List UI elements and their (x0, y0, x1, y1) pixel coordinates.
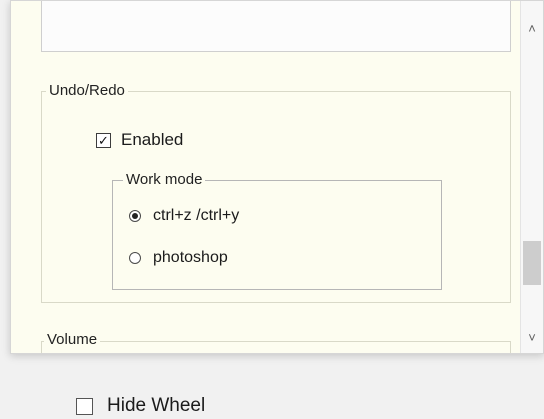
undo-redo-group: Undo/Redo ✓ Enabled Work mode ctrl+z /ct… (41, 82, 511, 303)
hide-wheel-checkbox[interactable] (76, 397, 93, 415)
chevron-up-icon[interactable]: ˄ (521, 19, 543, 37)
work-mode-group: Work mode ctrl+z /ctrl+y photoshop (112, 171, 442, 290)
vertical-scrollbar[interactable]: ˄ ˅ (520, 1, 543, 353)
radio-ctrl[interactable] (129, 210, 141, 222)
undo-redo-title: Undo/Redo (46, 82, 128, 99)
volume-title: Volume (44, 331, 101, 348)
enabled-checkbox[interactable]: ✓ (96, 132, 111, 148)
settings-scroll-content: Undo/Redo ✓ Enabled Work mode ctrl+z /ct… (11, 1, 521, 353)
work-mode-option-ctrl[interactable]: ctrl+z /ctrl+y (129, 207, 239, 225)
work-mode-option-label: ctrl+z /ctrl+y (153, 207, 240, 224)
hide-wheel-checkbox-row[interactable]: Hide Wheel (76, 395, 205, 417)
radio-photoshop[interactable] (129, 252, 141, 264)
enabled-checkbox-row[interactable]: ✓ Enabled (96, 130, 183, 150)
chevron-down-icon[interactable]: ˅ (521, 328, 543, 346)
settings-panel: Undo/Redo ✓ Enabled Work mode ctrl+z /ct… (10, 0, 544, 354)
work-mode-option-photoshop[interactable]: photoshop (129, 249, 228, 267)
scrollbar-thumb[interactable] (523, 241, 541, 285)
work-mode-title: Work mode (123, 171, 206, 188)
work-mode-option-label: photoshop (153, 249, 228, 266)
enabled-label: Enabled (121, 130, 184, 149)
volume-group: Volume (41, 331, 511, 353)
hide-wheel-label: Hide Wheel (107, 395, 206, 416)
previous-group-box (41, 1, 511, 52)
